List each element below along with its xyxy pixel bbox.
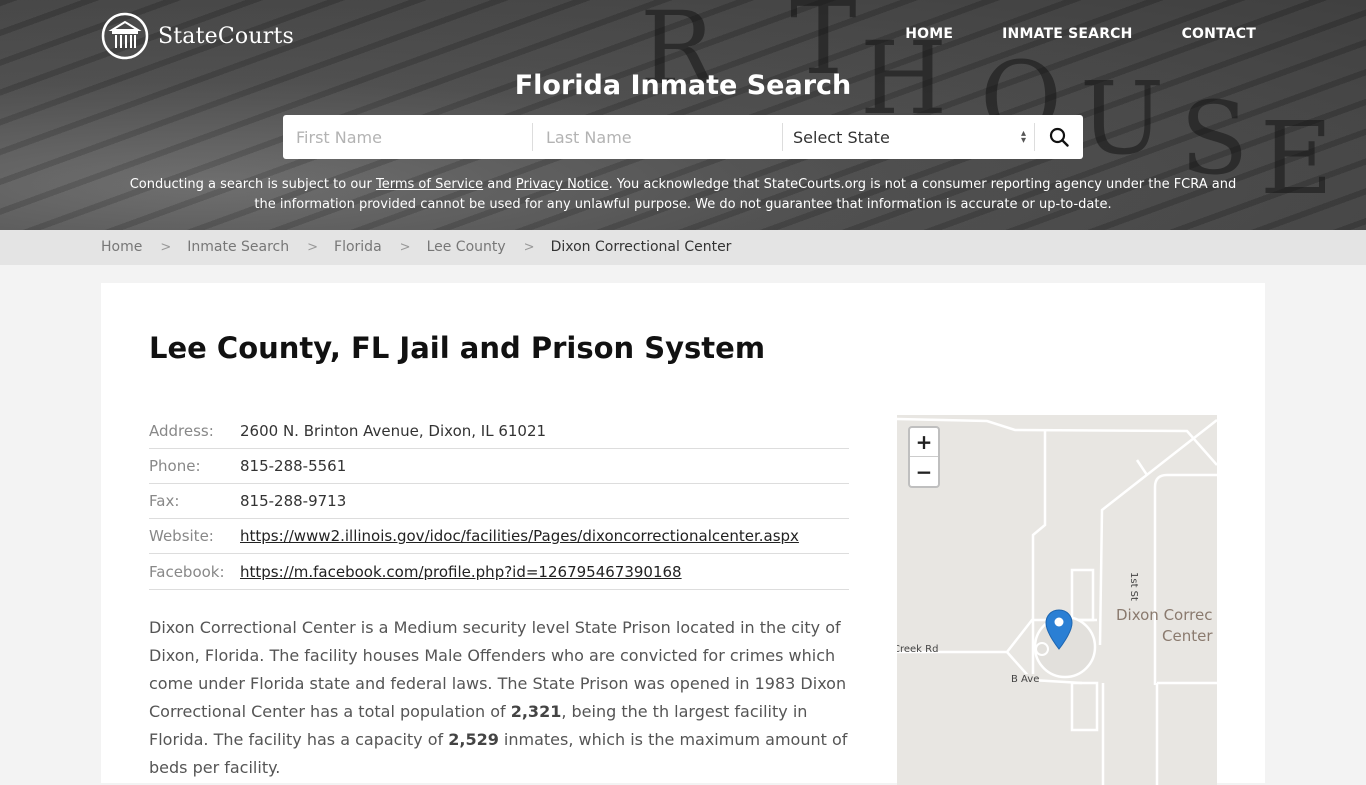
info-row-website: Website: https://www2.illinois.gov/idoc/… <box>149 519 849 554</box>
logo[interactable]: StateCourts <box>101 12 294 60</box>
zoom-out-button[interactable]: − <box>910 457 938 486</box>
map-roads <box>897 417 1217 785</box>
map-label-creek-rd: Creek Rd <box>897 644 939 655</box>
content-card: Lee County, FL Jail and Prison System Ad… <box>101 283 1265 785</box>
state-select-value: Select State <box>793 127 890 147</box>
address-value: 2600 N. Brinton Avenue, Dixon, IL 61021 <box>240 422 547 440</box>
facility-description: Dixon Correctional Center is a Medium se… <box>149 614 849 782</box>
chevron-right-icon: > <box>160 239 172 255</box>
disclaimer-text: Conducting a search is subject to our Te… <box>120 175 1246 215</box>
last-name-input[interactable] <box>533 123 783 151</box>
facility-info-table: Address: 2600 N. Brinton Avenue, Dixon, … <box>149 414 849 590</box>
chevron-right-icon: > <box>523 239 535 255</box>
nav-home[interactable]: HOME <box>905 26 953 42</box>
disclaimer-part: and <box>483 177 516 192</box>
logo-text: StateCourts <box>158 23 294 49</box>
poi-line: Center <box>1162 627 1213 645</box>
breadcrumb-florida[interactable]: Florida <box>334 239 382 255</box>
select-arrows-icon: ▴ ▾ <box>1020 128 1026 146</box>
website-link[interactable]: https://www2.illinois.gov/idoc/facilitie… <box>240 527 799 545</box>
info-row-fax: Fax: 815-288-9713 <box>149 484 849 519</box>
hero-title: Florida Inmate Search <box>514 70 852 101</box>
breadcrumb-bar: Home > Inmate Search > Florida > Lee Cou… <box>0 230 1366 265</box>
chevron-right-icon: > <box>307 239 319 255</box>
breadcrumb-inmate-search[interactable]: Inmate Search <box>187 239 289 255</box>
privacy-notice-link[interactable]: Privacy Notice <box>516 177 609 192</box>
info-row-address: Address: 2600 N. Brinton Avenue, Dixon, … <box>149 414 849 449</box>
breadcrumb-home[interactable]: Home <box>101 239 142 255</box>
info-label: Website: <box>149 527 214 545</box>
page-title: Lee County, FL Jail and Prison System <box>149 331 766 365</box>
info-row-phone: Phone: 815-288-5561 <box>149 449 849 484</box>
state-select[interactable]: Select State ▴ ▾ <box>783 123 1035 151</box>
population-value: 2,321 <box>510 702 562 721</box>
zoom-in-button[interactable]: + <box>910 428 938 457</box>
map-zoom-control: + − <box>908 426 940 488</box>
capacity-value: 2,529 <box>448 730 499 749</box>
search-icon <box>1049 127 1069 147</box>
facility-map[interactable]: + − 1st St Creek Rd B Ave Dixon Correc C… <box>897 415 1217 785</box>
info-label: Phone: <box>149 457 201 475</box>
info-label: Fax: <box>149 492 180 510</box>
breadcrumb: Home > Inmate Search > Florida > Lee Cou… <box>101 239 731 255</box>
nav-inmate-search[interactable]: INMATE SEARCH <box>1002 26 1132 42</box>
phone-value: 815-288-5561 <box>240 457 347 475</box>
breadcrumb-lee-county[interactable]: Lee County <box>427 239 506 255</box>
info-row-facebook: Facebook: https://m.facebook.com/profile… <box>149 554 849 590</box>
chevron-right-icon: > <box>399 239 411 255</box>
fax-value: 815-288-9713 <box>240 492 347 510</box>
info-label: Facebook: <box>149 562 225 581</box>
search-form: Select State ▴▾ <box>283 115 1083 159</box>
disclaimer-part: Conducting a search is subject to our <box>129 177 377 192</box>
main-nav: HOME INMATE SEARCH CONTACT <box>856 26 1256 42</box>
first-name-input[interactable] <box>283 123 533 151</box>
terms-of-service-link[interactable]: Terms of Service <box>376 177 483 192</box>
map-label-poi: Dixon Correc Center <box>1116 605 1217 647</box>
info-label: Address: <box>149 422 214 440</box>
breadcrumb-current: Dixon Correctional Center <box>550 239 732 255</box>
map-label-1st-st: 1st St <box>1128 572 1139 601</box>
map-label-b-ave: B Ave <box>1011 674 1040 685</box>
map-marker-icon[interactable] <box>1045 609 1073 651</box>
poi-line: Dixon Correc <box>1116 606 1213 624</box>
courthouse-logo-icon <box>101 12 149 60</box>
hero-banner: R T H O U S E StateCourts HOME INMATE SE… <box>0 0 1366 230</box>
search-button[interactable] <box>1035 115 1083 159</box>
facebook-link[interactable]: https://m.facebook.com/profile.php?id=12… <box>240 563 682 581</box>
nav-contact[interactable]: CONTACT <box>1182 26 1256 42</box>
